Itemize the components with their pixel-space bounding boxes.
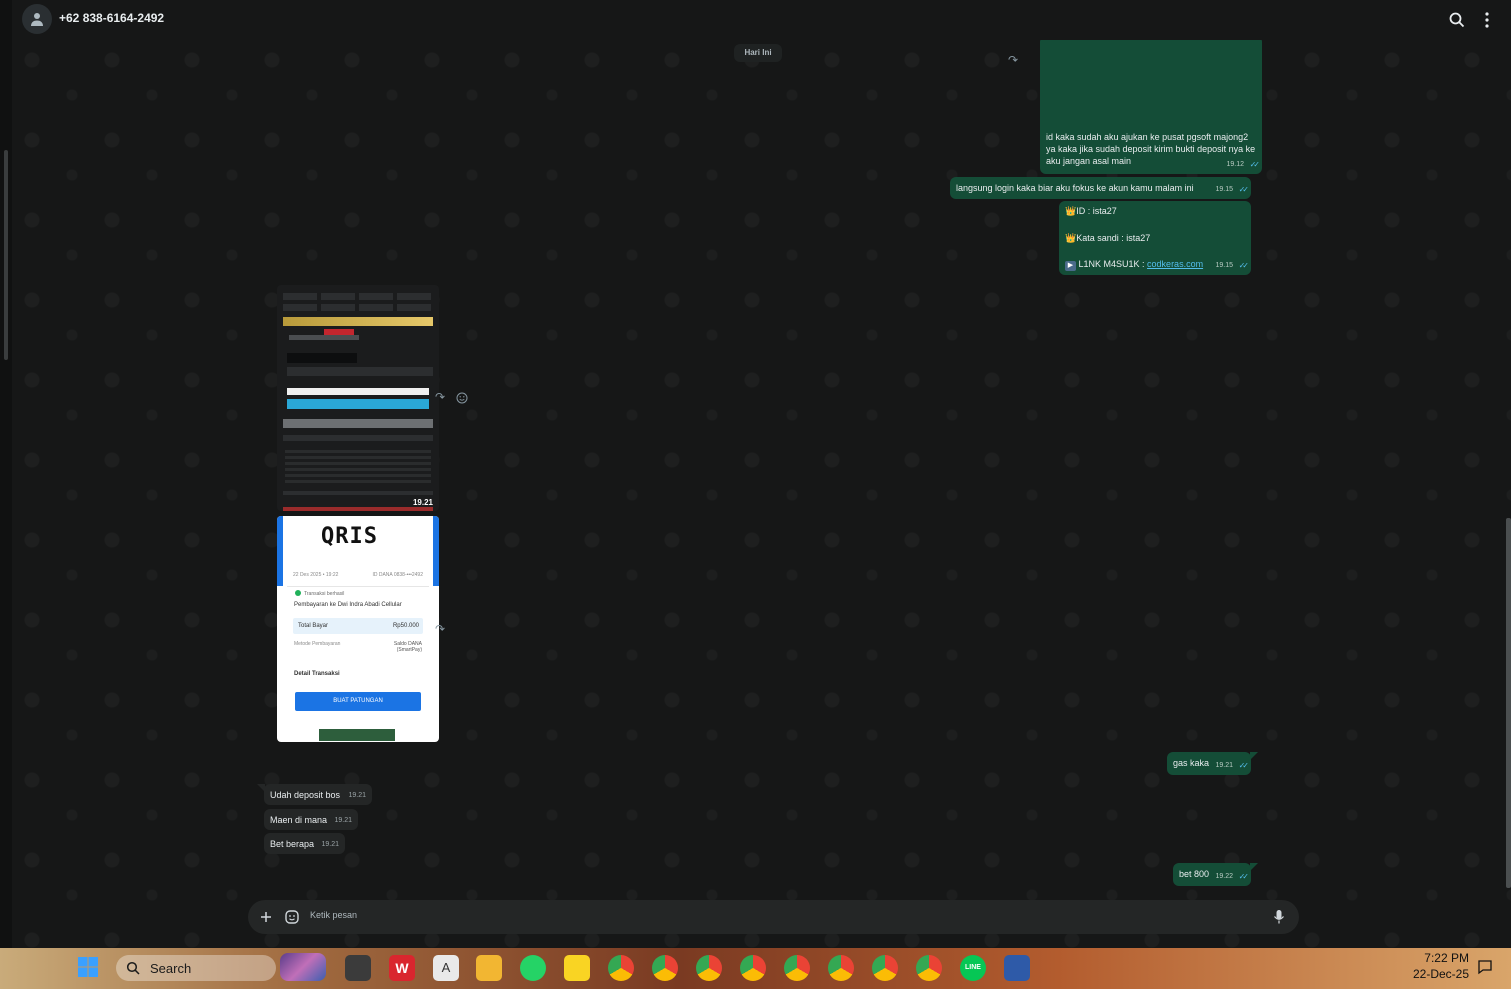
app-icon[interactable] (1004, 955, 1030, 981)
chrome-icon[interactable] (652, 955, 678, 981)
read-ticks-icon: ✓✓ (1238, 872, 1250, 881)
chrome-icon[interactable] (828, 955, 854, 981)
chat-header: +62 838-6164-2492 (12, 0, 1511, 40)
message-time: 19.21 (412, 729, 433, 738)
message-in[interactable]: Maen di mana 19.21 (264, 809, 358, 830)
message-time: 19.21 (1215, 762, 1233, 769)
taskbar-search-label: Search (150, 961, 192, 976)
receipt-id: ID DANA 0838-•••2492 (372, 572, 423, 578)
message-text: langsung login kaka biar aku fokus ke ak… (956, 183, 1194, 193)
message-time: 19.15 (1215, 186, 1233, 193)
crown-icon: 👑 (1065, 233, 1077, 243)
emoji-react-icon[interactable] (456, 392, 468, 404)
read-ticks-icon: ✓✓ (1238, 261, 1250, 270)
read-ticks-icon: ✓✓ (1238, 185, 1250, 194)
chrome-icon[interactable] (696, 955, 722, 981)
method-value: Saldo DANA (SmartPay) (393, 641, 422, 653)
forward-icon[interactable]: ↷ (435, 622, 445, 636)
buat-patungan-button: BUAT PATUNGAN (295, 692, 421, 711)
windows-taskbar: Search W A LINE 7:22 PM 22-Dec-25 (0, 948, 1511, 989)
receipt-date: 22 Des 2025 • 19:22 (293, 572, 339, 578)
wps-office-icon[interactable]: W (389, 955, 415, 981)
read-ticks-icon: ✓✓ (1249, 160, 1261, 169)
crown-icon: 👑 (1065, 206, 1077, 216)
clock-date: 22-Dec-25 (1412, 967, 1469, 981)
message-out-image-caption[interactable]: id kaka sudah aku ajukan ke pusat pgsoft… (1040, 36, 1262, 174)
search-highlight-image (280, 953, 326, 981)
whatsapp-icon[interactable] (520, 955, 546, 981)
method-label: Metode Pembayaran (294, 641, 341, 647)
message-text: Kata sandi : ista27 (1076, 233, 1151, 243)
chrome-icon[interactable] (784, 955, 810, 981)
message-time: 19.21 (334, 817, 352, 824)
chat-scrollbar[interactable] (1506, 518, 1511, 888)
link[interactable]: codkeras.com (1147, 259, 1203, 269)
read-ticks-icon: ✓✓ (1238, 761, 1250, 770)
forward-icon[interactable]: ↷ (435, 390, 445, 404)
message-text: gas kaka (1173, 758, 1210, 768)
left-scrollbar[interactable] (4, 150, 8, 360)
message-time: 19.21 (412, 498, 433, 507)
person-icon (31, 13, 43, 26)
chat-window: +62 838-6164-2492 Hari Ini id kaka sudah… (12, 0, 1511, 948)
date-chip: Hari Ini (734, 44, 782, 62)
file-explorer-icon[interactable] (476, 955, 502, 981)
message-text: Maen di mana (270, 815, 328, 825)
total-value: Rp50.000 (392, 623, 419, 629)
message-text: bet 800 (1179, 869, 1210, 879)
microphone-icon[interactable] (1273, 909, 1285, 925)
qris-logo: QRIS (321, 524, 378, 549)
total-label: Total Bayar (298, 623, 329, 629)
message-text: ID : ista27 (1076, 206, 1117, 216)
receipt-status: Transaksi berhasil (304, 591, 345, 597)
message-in[interactable]: Udah deposit bos 19.21 (264, 784, 372, 805)
receipt-payee: Pembayaran ke Dwi Indra Abadi Cellular (294, 602, 402, 608)
message-input[interactable]: Ketik pesan (310, 910, 357, 920)
message-out-credentials[interactable]: 👑ID : ista27 👑Kata sandi : ista27 ▶ L1NK… (1059, 201, 1251, 275)
windows-start-icon[interactable] (77, 956, 99, 978)
sticker-icon[interactable] (284, 909, 300, 925)
avatar[interactable] (22, 4, 52, 34)
search-icon[interactable] (1447, 10, 1467, 30)
task-view-icon[interactable] (345, 955, 371, 981)
plus-icon[interactable] (260, 911, 272, 923)
clock-time: 7:22 PM (1424, 951, 1469, 965)
check-icon (295, 590, 301, 596)
message-out[interactable]: gas kaka 19.21 ✓✓ (1167, 752, 1251, 775)
taskbar-search[interactable]: Search (116, 953, 326, 981)
message-out[interactable]: langsung login kaka biar aku fokus ke ak… (950, 177, 1251, 199)
incoming-image-qris-receipt[interactable]: QRIS 22 Des 2025 • 19:22 ID DANA 0838-••… (277, 516, 439, 742)
sticky-notes-icon[interactable] (564, 955, 590, 981)
message-out[interactable]: bet 800 19.22 ✓✓ (1173, 863, 1251, 886)
message-time: 19.21 (321, 841, 339, 848)
chrome-icon[interactable] (872, 955, 898, 981)
system-clock[interactable]: 7:22 PM 22-Dec-25 (1405, 950, 1469, 982)
chrome-icon[interactable] (608, 955, 634, 981)
chrome-icon[interactable] (740, 955, 766, 981)
left-gutter (0, 0, 12, 948)
play-icon: ▶ (1065, 261, 1076, 271)
message-in[interactable]: Bet berapa 19.21 (264, 833, 345, 854)
message-time: 19.12 (1226, 161, 1244, 168)
message-text: Bet berapa (270, 839, 315, 849)
search-icon (126, 961, 140, 975)
message-composer: Ketik pesan (248, 900, 1299, 934)
detail-heading: Detail Transaksi (294, 671, 340, 677)
chat-area (12, 40, 1511, 948)
message-text: Udah deposit bos (270, 790, 341, 800)
message-text: L1NK M4SU1K : (1078, 259, 1148, 269)
incoming-image-deposit-screenshot[interactable]: 19.21 (277, 285, 439, 511)
text-editor-icon[interactable]: A (433, 955, 459, 981)
contact-name[interactable]: +62 838-6164-2492 (59, 11, 164, 25)
forward-icon[interactable]: ↷ (1008, 53, 1018, 67)
notification-icon[interactable] (1477, 959, 1493, 975)
message-time: 19.21 (348, 792, 366, 799)
message-time: 19.15 (1215, 262, 1233, 269)
chrome-icon[interactable] (916, 955, 942, 981)
message-time: 19.22 (1215, 873, 1233, 880)
menu-dots-icon[interactable] (1477, 10, 1497, 30)
line-app-icon[interactable]: LINE (960, 955, 986, 981)
